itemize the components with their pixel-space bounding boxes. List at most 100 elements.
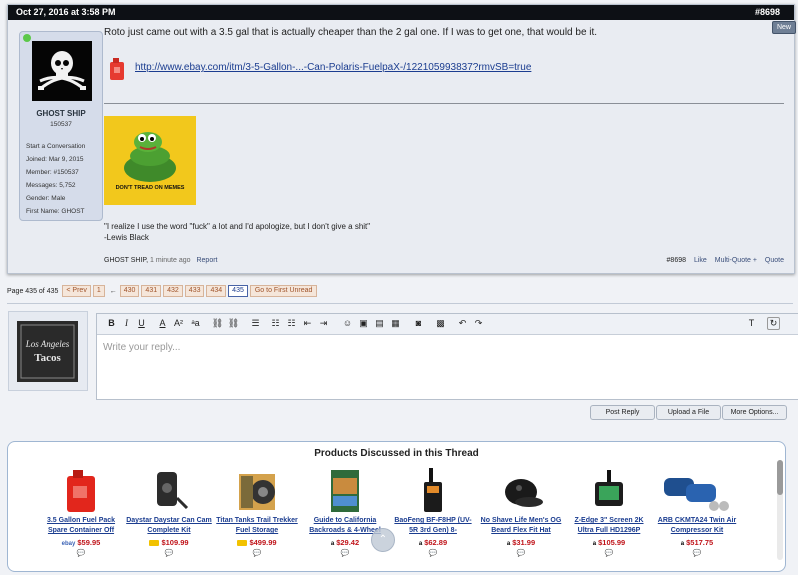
product-name[interactable]: Titan Tanks Trail Trekker Fuel Storage bbox=[214, 516, 300, 536]
product-name[interactable]: 3.5 Gallon Fuel Pack Spare Container Off bbox=[38, 516, 124, 536]
post-container: Oct 27, 2016 at 3:58 PM #8698 GHOST SHIP… bbox=[7, 4, 795, 274]
amazon-icon: a bbox=[330, 541, 335, 547]
chat-bubble-icon[interactable]: 💬 bbox=[302, 549, 388, 557]
camera-icon[interactable]: ◙ bbox=[412, 317, 425, 330]
product-item[interactable]: Titan Tanks Trail Trekker Fuel Storage $… bbox=[214, 468, 300, 557]
bullet-list-icon[interactable]: ☷ bbox=[269, 317, 282, 330]
username[interactable]: GHOST SHIP bbox=[20, 109, 102, 118]
page-431-button[interactable]: 431 bbox=[141, 285, 162, 297]
product-name[interactable]: ARB CKMTA24 Twin Air Compressor Kit bbox=[654, 516, 740, 536]
reply-avatar[interactable]: Los Angeles Tacos bbox=[17, 321, 78, 382]
product-item[interactable]: Z-Edge 3" Screen 2K Ultra Full HD1296P a… bbox=[566, 468, 652, 557]
indent-icon[interactable]: ⇥ bbox=[317, 317, 330, 330]
products-scrollbar[interactable] bbox=[777, 460, 783, 560]
like-link[interactable]: Like bbox=[694, 257, 707, 264]
align-icon[interactable]: ☰ bbox=[249, 317, 262, 330]
quote-link[interactable]: Quote bbox=[765, 257, 784, 264]
meme-image[interactable]: DON'T TREAD ON MEMES bbox=[104, 116, 196, 205]
product-name[interactable]: Z-Edge 3" Screen 2K Ultra Full HD1296P bbox=[566, 516, 652, 536]
svg-text:Tacos: Tacos bbox=[34, 352, 61, 364]
post-reply-button[interactable]: Post Reply bbox=[590, 405, 655, 420]
radio-icon[interactable] bbox=[411, 468, 455, 514]
product-name[interactable]: Daystar Daystar Can Cam Complete Kit bbox=[126, 516, 212, 536]
multi-quote-link[interactable]: Multi-Quote + bbox=[715, 257, 757, 264]
chat-bubble-icon[interactable]: 💬 bbox=[478, 549, 564, 557]
current-page[interactable]: 435 bbox=[228, 285, 248, 297]
hat-icon[interactable] bbox=[499, 468, 543, 514]
page-ellipsis[interactable]: ← bbox=[110, 288, 117, 295]
product-item[interactable]: BaoFeng BF-F8HP (UV-5R 3rd Gen) 8- a $62.… bbox=[390, 468, 476, 557]
bold-button[interactable]: B bbox=[105, 317, 118, 330]
page-navigation: Page 435 of 435 < Prev 1 ← 430 431 432 4… bbox=[7, 285, 319, 297]
amazon-icon: a bbox=[418, 541, 423, 547]
book-icon[interactable] bbox=[323, 468, 367, 514]
italic-button[interactable]: I bbox=[120, 317, 133, 330]
undo-icon[interactable]: ↶ bbox=[456, 317, 469, 330]
chat-bubble-icon[interactable]: 💬 bbox=[38, 549, 124, 557]
chat-bubble-icon[interactable]: 💬 bbox=[390, 549, 476, 557]
numbered-list-icon[interactable]: ☷ bbox=[285, 317, 298, 330]
gas-can-icon[interactable] bbox=[59, 468, 103, 514]
page-433-button[interactable]: 433 bbox=[184, 285, 205, 297]
chat-bubble-icon[interactable]: 💬 bbox=[654, 549, 740, 557]
more-options-button[interactable]: More Options... bbox=[722, 405, 787, 420]
save-icon[interactable]: ▩ bbox=[434, 317, 447, 330]
post-time[interactable]: 1 minute ago bbox=[150, 257, 190, 264]
code-icon[interactable]: ▦ bbox=[389, 317, 402, 330]
page-430-button[interactable]: 430 bbox=[119, 285, 140, 297]
product-name[interactable]: BaoFeng BF-F8HP (UV-5R 3rd Gen) 8- bbox=[390, 516, 476, 536]
smiley-icon[interactable]: ☺ bbox=[341, 317, 354, 330]
post-footer-left: GHOST SHIP, 1 minute ago Report bbox=[104, 257, 218, 264]
report-link[interactable]: Report bbox=[196, 257, 217, 264]
outdent-icon[interactable]: ⇤ bbox=[301, 317, 314, 330]
chat-bubble-icon[interactable]: 💬 bbox=[214, 549, 300, 557]
font-color-button[interactable]: A bbox=[156, 317, 169, 330]
remove-format-icon[interactable]: T bbox=[745, 317, 758, 330]
scrollbar-thumb[interactable] bbox=[777, 460, 783, 495]
product-item[interactable]: Daystar Daystar Can Cam Complete Kit $10… bbox=[126, 468, 212, 557]
redo-icon[interactable]: ↷ bbox=[472, 317, 485, 330]
go-to-first-unread-button[interactable]: Go to First Unread bbox=[249, 285, 318, 297]
product-item[interactable]: 3.5 Gallon Fuel Pack Spare Container Off… bbox=[38, 468, 124, 557]
product-name[interactable]: No Shave Life Men's OG Beard Flex Fit Ha… bbox=[478, 516, 564, 536]
page-434-button[interactable]: 434 bbox=[206, 285, 227, 297]
chat-bubble-icon[interactable]: 💬 bbox=[126, 549, 212, 557]
user-first-name: First Name: GHOST bbox=[26, 208, 85, 215]
user-joined: Joined: Mar 9, 2015 bbox=[26, 156, 84, 163]
toggle-bbcode-icon[interactable]: ↻ bbox=[767, 317, 780, 330]
scroll-to-top-button[interactable]: ⌃ bbox=[371, 528, 395, 552]
page-label: Page 435 of 435 bbox=[7, 287, 59, 295]
gas-can-icon bbox=[110, 58, 124, 80]
post-author-link[interactable]: GHOST SHIP, bbox=[104, 257, 148, 264]
image-icon[interactable]: ▣ bbox=[357, 317, 370, 330]
post-footer-right: #8698 Like Multi-Quote + Quote bbox=[661, 257, 784, 264]
unlink-icon[interactable]: ⛓ bbox=[227, 317, 240, 330]
post-number-footer[interactable]: #8698 bbox=[667, 257, 686, 264]
chat-bubble-icon[interactable]: 💬 bbox=[566, 549, 652, 557]
pepe-snake-icon bbox=[104, 116, 196, 205]
user-messages: Messages: 5,752 bbox=[26, 182, 76, 189]
user-info-box: GHOST SHIP 150537 Start a Conversation J… bbox=[19, 31, 103, 221]
upload-file-button[interactable]: Upload a File bbox=[656, 405, 721, 420]
font-family-button[interactable]: ᵃa bbox=[189, 317, 202, 330]
can-cam-icon[interactable] bbox=[147, 468, 191, 514]
user-avatar[interactable] bbox=[32, 41, 92, 101]
product-item[interactable]: ARB CKMTA24 Twin Air Compressor Kit a $51… bbox=[654, 468, 740, 557]
product-item[interactable]: No Shave Life Men's OG Beard Flex Fit Ha… bbox=[478, 468, 564, 557]
page-432-button[interactable]: 432 bbox=[163, 285, 183, 297]
reply-input[interactable]: Write your reply... bbox=[103, 342, 180, 353]
page-1-button[interactable]: 1 bbox=[92, 285, 105, 297]
prev-page-button[interactable]: < Prev bbox=[62, 285, 91, 297]
fuel-tank-icon[interactable] bbox=[235, 468, 279, 514]
dashcam-icon[interactable] bbox=[587, 468, 631, 514]
compressor-icon[interactable] bbox=[662, 468, 732, 514]
start-conversation-link[interactable]: Start a Conversation bbox=[26, 140, 85, 153]
ebay-product-link[interactable]: http://www.ebay.com/itm/3-5-Gallon-...-C… bbox=[135, 62, 531, 73]
link-icon[interactable]: ⛓ bbox=[211, 317, 224, 330]
underline-button[interactable]: U bbox=[135, 317, 148, 330]
media-icon[interactable]: ▤ bbox=[373, 317, 386, 330]
font-size-button[interactable]: A² bbox=[172, 317, 185, 330]
signature: "I realize I use the word "fuck" a lot a… bbox=[104, 221, 370, 243]
amazon-icon: a bbox=[506, 541, 511, 547]
post-number-link[interactable]: #8698 bbox=[755, 5, 780, 20]
